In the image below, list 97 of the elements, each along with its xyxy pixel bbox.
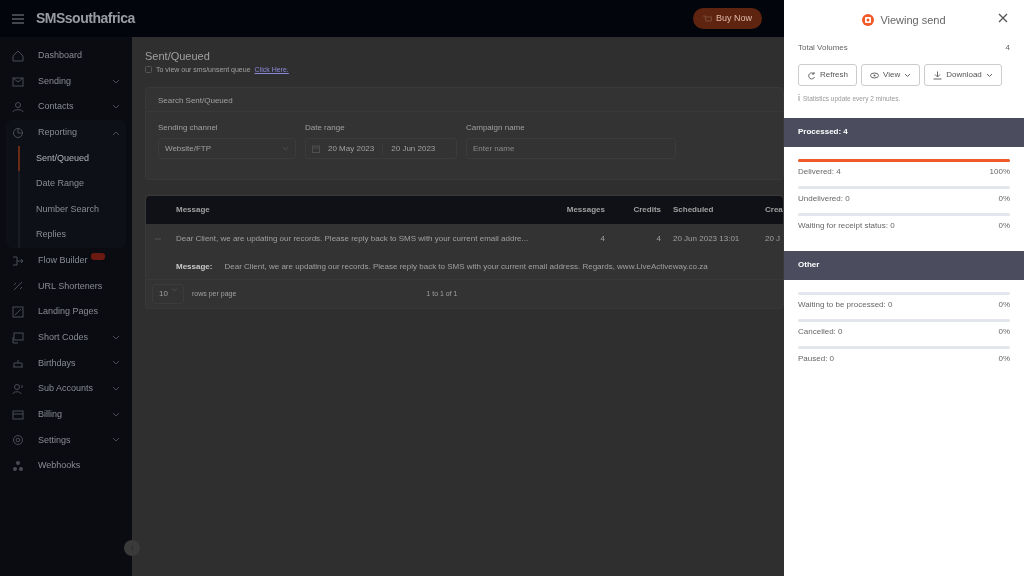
envelope-icon (12, 75, 24, 88)
page-title: Sent/Queued (145, 49, 211, 64)
column-header: Message (175, 204, 211, 216)
sidebar-item[interactable]: Landing Pages (6, 299, 126, 325)
stat-label: Waiting for receipt status: 0 (798, 219, 895, 232)
chevron-icon (112, 129, 120, 136)
chevron-icon (112, 360, 120, 367)
chevron-icon (112, 386, 120, 393)
menu-icon[interactable] (12, 13, 24, 24)
info-icon (145, 66, 152, 74)
sidebar-item[interactable]: Webhooks (6, 453, 126, 479)
stat-label: Paused: 0 (798, 352, 835, 365)
date-range-field[interactable]: 20 May 2023 20 Jun 2023 (305, 138, 457, 159)
sidebar-item[interactable]: Billing (6, 401, 126, 428)
chevron-icon (112, 334, 120, 341)
download-button[interactable]: Download (924, 64, 1002, 86)
page-icon (12, 305, 24, 318)
column-header: Credits (632, 204, 662, 216)
stat-percent: 100% (989, 165, 1010, 178)
sidebar-item[interactable]: Short Codes (6, 324, 126, 351)
refresh-icon (807, 70, 816, 80)
detail-text: Dear Client, we are updating our records. Please reply back to SMS with your current email address. Regards, www.LiveActiveway.co.za (224, 260, 708, 273)
eye-icon (870, 70, 879, 80)
cake-icon (12, 357, 24, 370)
stat-percent: 0% (998, 325, 1010, 338)
stat-percent: 0% (998, 219, 1010, 232)
logo-text: SMSsouthafrica (36, 9, 135, 28)
field-label: Campaign name (466, 122, 526, 134)
person-icon (12, 101, 24, 114)
table-cell-text: 4 (599, 233, 606, 245)
caret-icon (904, 72, 912, 78)
cart-icon (703, 14, 712, 23)
drawer-title: Viewing send (880, 12, 946, 28)
end-date: 20 Jun 2023 (382, 142, 436, 155)
sidebar-item[interactable]: Sending (6, 68, 126, 95)
submenu-item[interactable]: Sent/Queued (6, 145, 126, 172)
start-date: 20 May 2023 (328, 142, 375, 155)
column-header: Crea (764, 204, 783, 216)
table-cell-text: 20 J (764, 233, 782, 245)
section-header: Processed: 4 (784, 117, 1024, 147)
chevron-icon (112, 104, 120, 111)
send-icon (862, 14, 875, 26)
stat-percent: 0% (998, 352, 1010, 365)
home-icon (12, 49, 24, 62)
submenu-item[interactable]: Number Search (6, 196, 126, 223)
detail-label: Message: (176, 260, 213, 273)
chevron-icon (112, 78, 120, 85)
column-header: Messages (565, 204, 606, 216)
refresh-button[interactable]: Refresh (798, 64, 857, 86)
sidebar-item[interactable]: Dashboard (6, 43, 126, 69)
section-header: Other (784, 250, 1024, 280)
stat-label: Cancelled: 0 (798, 325, 843, 338)
sidebar-item[interactable]: Reporting (6, 120, 126, 146)
view-button[interactable]: View (861, 64, 921, 86)
stat-label: Waiting to be processed: 0 (798, 298, 893, 311)
table-cell-text: 20 Jun 2023 13:01 (672, 233, 741, 245)
table-cell-text: 4 (655, 233, 662, 245)
calendar-icon (312, 144, 320, 153)
new-badge (90, 253, 105, 261)
close-button[interactable] (998, 13, 1010, 25)
buy-now-button[interactable]: Buy Now (693, 7, 762, 30)
total-volumes-value: 4 (1005, 42, 1010, 54)
flow-icon (12, 254, 24, 267)
submenu-item[interactable]: Replies (6, 222, 126, 248)
caret-icon (985, 72, 993, 78)
submenu-item[interactable]: Date Range (6, 171, 126, 197)
stat-percent: 0% (998, 298, 1010, 311)
chevron-icon (282, 146, 289, 151)
pie-chart-icon (12, 126, 24, 139)
filter-title: Search Sent/Queued (146, 88, 783, 112)
link-icon (12, 280, 24, 293)
sidebar-item[interactable]: Settings (6, 427, 126, 454)
stat-label: Undelivered: 0 (798, 192, 850, 205)
field-label: Date range (305, 122, 346, 134)
person-icon (12, 383, 24, 396)
gear-icon (12, 434, 24, 447)
chevron-icon (112, 411, 120, 418)
message-icon (12, 331, 24, 344)
chevron-icon (112, 437, 120, 444)
total-volumes-label: Total Volumes (798, 42, 848, 54)
campaign-name-input[interactable]: Enter name (466, 138, 676, 159)
channel-select[interactable]: Website/FTP (158, 138, 296, 159)
download-icon (933, 70, 943, 80)
sidebar-item[interactable]: Contacts (6, 94, 126, 121)
table-cell-text: Dear Client, we are updating our records. Please reply back to SMS with your current email addre... (175, 233, 530, 245)
stat-label: Delivered: 4 (798, 165, 841, 178)
column-header: Scheduled (672, 204, 715, 216)
sidebar-item[interactable]: Birthdays (6, 350, 126, 377)
collapse-button[interactable] (124, 540, 140, 556)
page-size-select[interactable]: 10 (152, 284, 184, 304)
nodes-icon (12, 460, 24, 473)
sidebar-item[interactable]: Flow Builder (6, 247, 126, 274)
sidebar-item[interactable]: Sub Accounts (6, 376, 126, 402)
field-label: Sending channel (158, 122, 219, 134)
sidebar-item[interactable]: URL Shorteners (6, 273, 126, 300)
card-icon (12, 408, 24, 421)
stat-percent: 0% (998, 192, 1010, 205)
